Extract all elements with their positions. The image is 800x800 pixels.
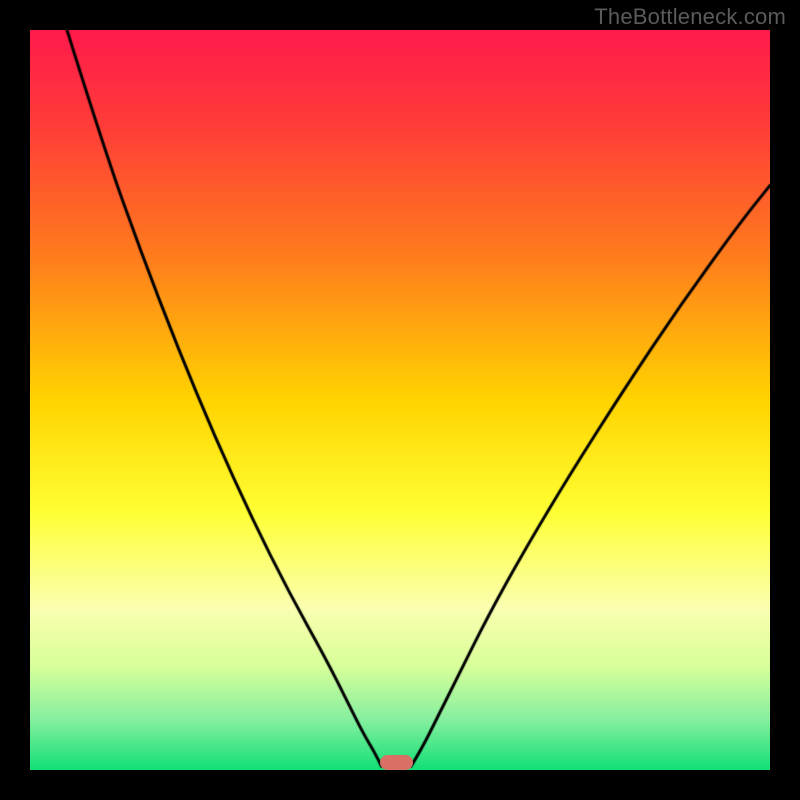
plot-area <box>30 30 770 770</box>
bottleneck-curve <box>30 30 770 770</box>
watermark-text: TheBottleneck.com <box>594 4 786 30</box>
optimal-marker <box>380 755 413 770</box>
chart-frame: TheBottleneck.com <box>0 0 800 800</box>
